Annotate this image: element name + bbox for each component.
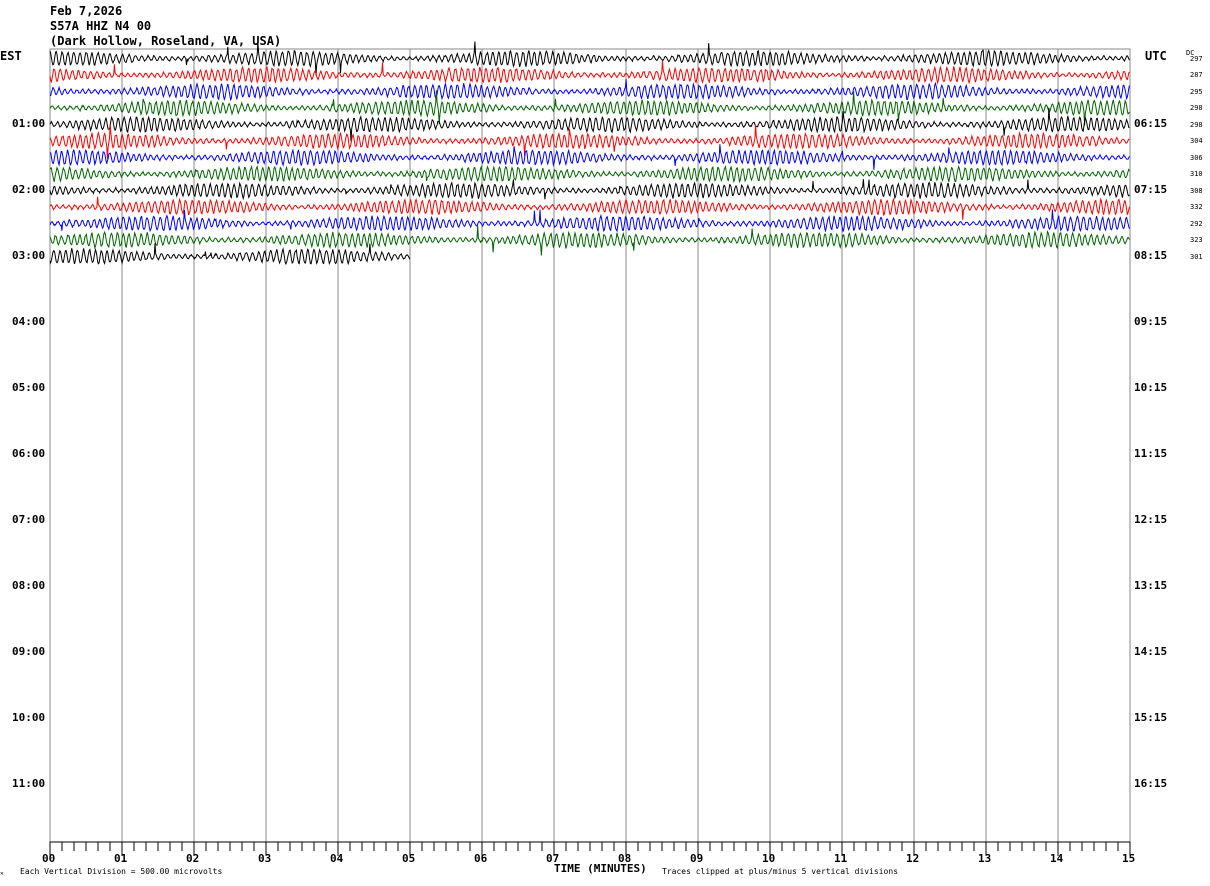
seismic-trace <box>49 164 1130 184</box>
footer-scale-note: Each Vertical Division = 500.00 microvol… <box>20 867 223 876</box>
seismic-trace <box>49 196 1130 220</box>
seismic-trace <box>49 209 1130 233</box>
seismic-trace <box>49 79 1130 102</box>
seismic-trace <box>49 144 1130 170</box>
x-axis-label: TIME (MINUTES) <box>554 862 647 875</box>
plot-frame <box>49 48 1131 843</box>
logo-mark: ✕ <box>0 870 4 877</box>
seismic-trace <box>49 225 1130 256</box>
footer-clip-note: Traces clipped at plus/minus 5 vertical … <box>662 867 899 876</box>
seismic-trace <box>49 179 1130 201</box>
helicorder-plot <box>49 41 1131 856</box>
seismic-trace <box>49 107 1130 142</box>
